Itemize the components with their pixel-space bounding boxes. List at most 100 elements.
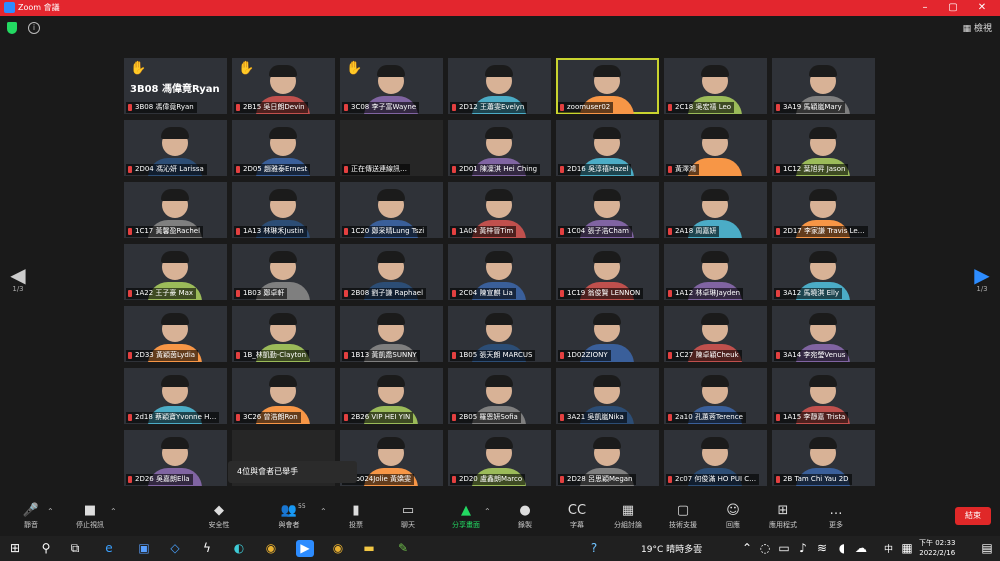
participant-tile[interactable]: 1C20 鄭采晴Lung Tszi [340,182,443,238]
task-view-icon[interactable]: ⧉ [66,540,84,557]
participant-tile[interactable]: 1C12 葉旭昇 Jason [772,120,875,176]
participant-tile[interactable]: 2C18 吳宏禧 Leo [664,58,767,114]
participant-tile[interactable]: 2c07 何俊滿 HO PUI C… [664,430,767,486]
participant-tile[interactable]: 1A15 李靜嘉 Trista [772,368,875,424]
cc-button[interactable]: CC 字幕 [554,502,600,530]
file-explorer-icon[interactable]: ▬ [360,540,378,557]
tray-chevron-icon[interactable]: ⌃ [738,540,756,557]
participant-tile[interactable]: zoomuser02 [556,58,659,114]
search-icon[interactable]: ⚲ [37,540,55,557]
participant-tile[interactable]: 黃澤鴻 [664,120,767,176]
participant-tile[interactable]: 1A22 王子豪 Max [124,244,227,300]
cloud-icon[interactable]: ☁ [852,540,870,557]
participant-tile[interactable]: 3A19 馬穎嵐Mary [772,58,875,114]
video-button[interactable]: ■ 停止視訊 [67,502,113,530]
edge-icon[interactable]: ◐ [230,540,248,557]
breakout-button[interactable]: ▦ 分組討論 [605,502,651,530]
participant-tile[interactable]: 2D20 盧鑫朗Marco [448,430,551,486]
chrome-profile-icon[interactable]: ◉ [329,540,347,557]
participant-tile[interactable]: ✋ 3B08 馮偉竟Ryan 3B08 馮偉竟Ryan [124,58,227,114]
edge-legacy-icon[interactable]: e [100,540,118,557]
view-button[interactable]: ▦ 檢視 [963,21,992,34]
weather-widget[interactable]: 19°C 晴時多雲 [641,542,702,555]
notification-icon[interactable]: ▤ [978,540,996,557]
participant-tile[interactable]: 2D17 李家謙 Travis Le… [772,182,875,238]
shield-icon[interactable] [7,22,17,34]
participant-tile[interactable]: 2D01 陳凜淇 Hei Ching [448,120,551,176]
participant-tile[interactable]: 2d18 蔡穎寶Yvonne H… [124,368,227,424]
end-meeting-button[interactable]: 結束 [955,507,991,525]
reactions-button[interactable]: ☺ 回應 [710,502,756,530]
participant-tile[interactable]: 2D16 吳淳禧Hazel [556,120,659,176]
close-window-button[interactable]: ✕ [975,1,989,14]
participants-options-caret[interactable]: ⌃ [320,507,327,516]
wifi-icon[interactable]: ≋ [813,540,831,557]
participant-tile[interactable]: 1C04 張子浩Cham [556,182,659,238]
ime-settings-icon[interactable]: ▦ [898,540,916,557]
chrome-icon[interactable]: ◉ [262,540,280,557]
participant-tile[interactable]: 1A13 林琳禾Justin [232,182,335,238]
participants-button[interactable]: 👥 與會者 [266,502,312,530]
participant-tile[interactable]: 3A21 吳凱嵐Nika [556,368,659,424]
apps-button[interactable]: ⊞ 應用程式 [760,502,806,530]
participant-tile[interactable]: 正在傳送連線訊… [340,120,443,176]
input-method-indicator[interactable]: 中 [884,542,893,555]
participant-tile[interactable]: 2B Tam Chi Yau 2D [772,430,875,486]
participant-tile[interactable]: 2B26 VIP HEI YIN [340,368,443,424]
app-icon[interactable]: ϟ [198,540,216,557]
participant-tile[interactable]: 2D12 王蕭雯Evelyn [448,58,551,114]
participant-tile[interactable]: 1B_林凱勤-Clayton [232,306,335,362]
participant-tile[interactable]: 2A18 周嘉妍 [664,182,767,238]
poll-button[interactable]: ▮ 投票 [333,502,379,530]
participant-tile[interactable]: 1C19 翁俊賢 LENNON [556,244,659,300]
participant-tile[interactable]: 1C27 陳卓穎Cheuk [664,306,767,362]
participant-tile[interactable]: 3C26 曾浩朗Ron [232,368,335,424]
participant-tile[interactable]: ✋ 3C08 李子富Wayne [340,58,443,114]
participant-tile[interactable]: 3A14 李宛瑩Venus [772,306,875,362]
previous-page-button[interactable]: ◀ 1/3 [3,265,33,293]
participant-tile[interactable]: 2a10 孔蕙蓉Terence [664,368,767,424]
battery-icon[interactable]: ▭ [775,540,793,557]
participant-tile[interactable]: 2D05 趙雅泰Ernest [232,120,335,176]
video-feed-hair [485,375,513,387]
participant-tile[interactable]: 2C04 陳宣麒 Lia [448,244,551,300]
participant-name-label: zoomuser02 [558,102,614,113]
network-icon[interactable]: ◌ [756,540,774,557]
minimize-button[interactable]: – [918,1,932,14]
participant-tile[interactable]: 1A04 黃梓晉Tim [448,182,551,238]
participant-tile[interactable]: 2B05 羅恩妍Sofia [448,368,551,424]
zoom-taskbar-icon[interactable]: ▶ [296,540,314,557]
chat-button[interactable]: ▭ 聊天 [385,502,431,530]
maximize-button[interactable]: ▢ [946,1,960,14]
record-button[interactable]: ● 錄製 [502,502,548,530]
more-button[interactable]: … 更多 [813,502,859,530]
participant-tile[interactable]: 1C17 黃馨盈Rachel [124,182,227,238]
participant-tile[interactable]: 2D33 黃穎茵Lydia [124,306,227,362]
system-clock[interactable]: 下午 02:33 2022/2/16 [919,538,955,558]
participant-tile[interactable]: 1B03 鄭卓軒 [232,244,335,300]
participant-tile[interactable]: 1D02ZIONY [556,306,659,362]
participant-tile[interactable]: 2B08 劉子謙 Raphael [340,244,443,300]
volume-icon[interactable]: ♪ [794,540,812,557]
windows-start-icon[interactable]: ⊞ [6,540,24,557]
participant-tile[interactable]: 1B05 張天朗 MARCUS [448,306,551,362]
security-button[interactable]: ◆ 安全性 [196,502,242,530]
mute-button[interactable]: 🎤 靜音 [8,502,54,530]
video-feed-hair [269,313,297,325]
participant-tile[interactable]: 1B13 黃凱喬SUNNY [340,306,443,362]
speaker-icon[interactable]: ◖ [833,540,851,557]
share-button[interactable]: ▲ 分享畫面 [443,502,489,530]
participant-tile[interactable]: 1A12 林卓琳Jayden [664,244,767,300]
next-page-button[interactable]: ▶ 1/3 [967,265,997,293]
support-button[interactable]: ▢ 技術支援 [660,502,706,530]
meeting-info-icon[interactable]: i [28,22,40,34]
participant-tile[interactable]: 3A12 馬曉淇 Elly [772,244,875,300]
store-icon[interactable]: ▣ [135,540,153,557]
help-icon[interactable]: ? [585,540,603,557]
participant-tile[interactable]: ✋ 2B15 吳日朗Devin [232,58,335,114]
paint-icon[interactable]: ✎ [394,540,412,557]
dropbox-icon[interactable]: ◇ [166,540,184,557]
participant-tile[interactable]: 2D26 吳嘉朗Ella [124,430,227,486]
participant-tile[interactable]: 2D28 呂思穎Megan [556,430,659,486]
participant-tile[interactable]: 2D04 馮沁妍 Larissa [124,120,227,176]
